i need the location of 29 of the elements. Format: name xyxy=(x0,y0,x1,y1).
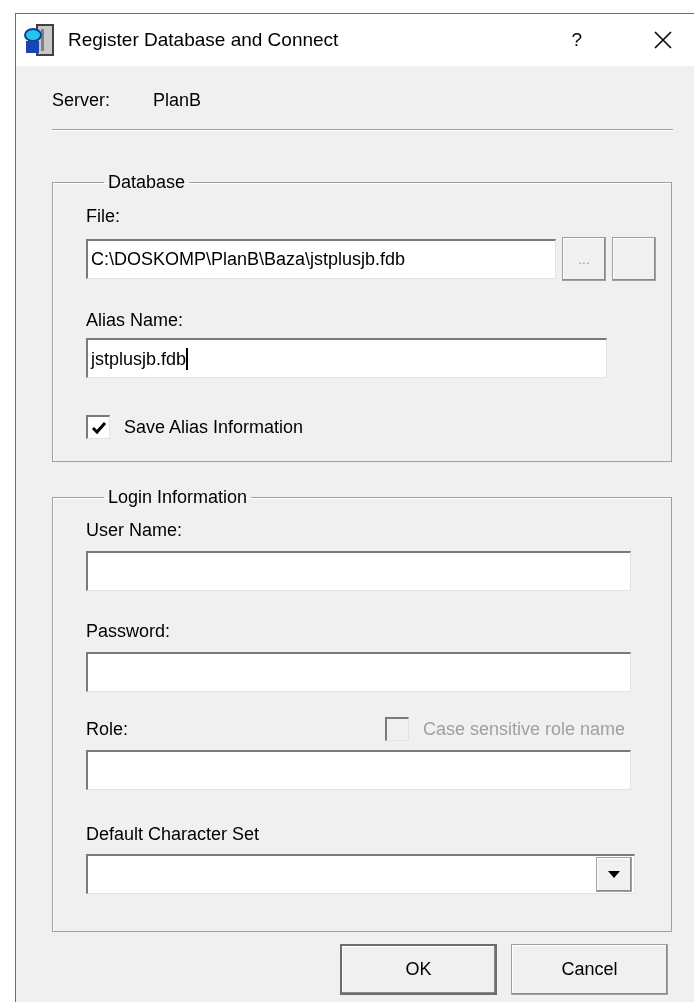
field-label: File: xyxy=(86,205,121,227)
input-field[interactable] xyxy=(86,750,631,790)
dropdown-button[interactable] xyxy=(596,857,632,892)
checkbox-label: Case sensitive role name xyxy=(422,718,625,740)
close-icon[interactable] xyxy=(654,31,672,49)
input-field[interactable]: C:\DOSKOMP\PlanB\Baza\jstplusjb.fdb xyxy=(86,239,556,279)
input-field[interactable] xyxy=(86,551,631,591)
input-field[interactable]: jstplusjb.fdb xyxy=(86,338,607,378)
field-label: Password: xyxy=(86,620,172,642)
ok-button[interactable]: OK xyxy=(340,944,497,995)
group-title: Database xyxy=(107,172,187,193)
dropdown-field[interactable] xyxy=(86,854,635,894)
server-icon xyxy=(23,23,55,57)
server-name: PlanB xyxy=(153,90,202,111)
checkbox-label: Save Alias Information xyxy=(124,416,304,438)
checkmark-icon xyxy=(90,420,107,435)
field-label: User Name: xyxy=(86,519,184,541)
window-title: Register Database and Connect xyxy=(68,29,340,51)
group-title: Login Information xyxy=(107,487,249,508)
server-label: Server: xyxy=(52,90,112,111)
help-button[interactable]: ? xyxy=(571,29,582,51)
field-label: Default Character Set xyxy=(86,823,261,845)
checkbox[interactable] xyxy=(86,415,110,439)
field-label: Role: xyxy=(86,718,129,740)
cancel-button[interactable]: Cancel xyxy=(511,944,668,995)
input-field[interactable] xyxy=(86,652,631,692)
field-label: Alias Name: xyxy=(86,309,185,331)
caret-icon xyxy=(608,871,620,878)
button[interactable] xyxy=(612,237,656,281)
